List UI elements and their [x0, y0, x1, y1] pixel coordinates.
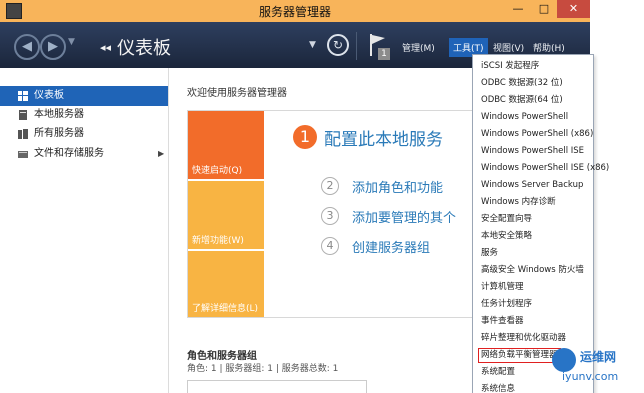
menu-item-odbc32[interactable]: ODBC 数据源(32 位) — [473, 75, 593, 92]
step-number: 2 — [321, 177, 339, 195]
step-link-configure[interactable]: 配置此本地服务 — [324, 125, 443, 150]
menu-item-label: Windows PowerShell (x86) — [481, 129, 594, 139]
menu-item-label: Windows Server Backup — [481, 180, 584, 190]
menu-item-label: iSCSI 发起程序 — [481, 61, 540, 71]
servers-icon — [18, 129, 28, 139]
sidebar-item-label: 仪表板 — [34, 90, 64, 101]
step-link-add-roles[interactable]: 添加角色和功能 — [352, 177, 443, 196]
back-button[interactable]: ◀ — [14, 34, 40, 60]
dashboard-icon — [18, 91, 28, 101]
menu-item-label: ODBC 数据源(32 位) — [481, 78, 563, 88]
arrow-left-icon: ◀ — [22, 39, 32, 54]
storage-icon — [18, 151, 28, 158]
menu-item-label: Windows PowerShell ISE — [481, 146, 585, 156]
menu-item-local-security-policy[interactable]: 本地安全策略 — [473, 228, 593, 245]
tile-label: 快速启动(Q) — [192, 166, 243, 176]
menu-item-label: 计算机管理 — [481, 282, 524, 292]
window-title: 服务器管理器 — [258, 5, 331, 19]
sidebar-item-file-storage[interactable]: 文件和存储服务 ▶ — [0, 144, 168, 164]
arrow-right-icon: ▶ — [48, 39, 58, 54]
sidebar: 仪表板 本地服务器 所有服务器 文件和存储服务 ▶ — [0, 68, 169, 393]
step-number: 3 — [321, 207, 339, 225]
menu-item-odbc64[interactable]: ODBC 数据源(64 位) — [473, 92, 593, 109]
menu-item-iscsi[interactable]: iSCSI 发起程序 — [473, 58, 593, 75]
forward-button[interactable]: ▶ — [40, 34, 66, 60]
menu-item-label: 任务计划程序 — [481, 299, 533, 309]
breadcrumb-arrows-icon: ◂◂ — [100, 41, 112, 54]
maximize-button[interactable]: □ — [531, 0, 557, 18]
menu-item-memory-diagnostic[interactable]: Windows 内存诊断 — [473, 194, 593, 211]
menu-item-label: 安全配置向导 — [481, 214, 533, 224]
menu-view[interactable]: 视图(V) — [493, 41, 524, 54]
menu-item-firewall[interactable]: 高级安全 Windows 防火墙 — [473, 262, 593, 279]
window-edge — [590, 0, 644, 393]
close-button[interactable]: ✕ — [557, 0, 590, 18]
menu-item-label: 系统配置 — [481, 367, 516, 377]
roles-summary: 角色: 1 | 服务器组: 1 | 服务器总数: 1 — [187, 364, 339, 374]
menu-manage[interactable]: 管理(M) — [402, 41, 435, 54]
sidebar-item-local-server[interactable]: 本地服务器 — [0, 105, 168, 125]
menu-item-label: 网络负载平衡管理器 — [478, 348, 561, 363]
expand-chevron-icon[interactable]: ▶ — [158, 144, 164, 164]
menu-item-task-scheduler[interactable]: 任务计划程序 — [473, 296, 593, 313]
sidebar-item-all-servers[interactable]: 所有服务器 — [0, 124, 168, 144]
watermark-url: iyunv.com — [562, 370, 619, 383]
menu-item-computer-management[interactable]: 计算机管理 — [473, 279, 593, 296]
menu-item-powershell-ise[interactable]: Windows PowerShell ISE — [473, 143, 593, 160]
site-watermark: 运维网 iyunv.com — [552, 344, 642, 390]
menu-item-security-config-wizard[interactable]: 安全配置向导 — [473, 211, 593, 228]
tools-dropdown-menu: iSCSI 发起程序 ODBC 数据源(32 位) ODBC 数据源(64 位)… — [472, 54, 609, 393]
tile-quick-start[interactable]: 快速启动(Q) — [188, 111, 264, 179]
menu-item-label: Windows PowerShell — [481, 112, 569, 122]
minimize-button[interactable]: — — [505, 0, 531, 18]
breadcrumb: ◂◂ 仪表板 — [100, 34, 171, 60]
step-link-create-group[interactable]: 创建服务器组 — [352, 237, 430, 256]
menu-help[interactable]: 帮助(H) — [533, 41, 565, 54]
welcome-title: 欢迎使用服务器管理器 — [187, 88, 287, 99]
menu-item-server-backup[interactable]: Windows Server Backup — [473, 177, 593, 194]
sidebar-item-label: 本地服务器 — [34, 109, 84, 120]
watermark-logo-icon — [552, 348, 576, 372]
notification-count-badge: 1 — [378, 48, 390, 60]
menu-item-label: ODBC 数据源(64 位) — [481, 95, 563, 105]
separator — [356, 32, 357, 60]
tile-label: 了解详细信息(L) — [192, 304, 259, 314]
menu-item-powershell-x86[interactable]: Windows PowerShell (x86) — [473, 126, 593, 143]
menu-item-label: Windows 内存诊断 — [481, 197, 556, 207]
server-manager-window: 服务器管理器 — □ ✕ ◀ ▶ ▼ ◂◂ 仪表板 ▼ ↻ 1 管理(M) 工具(… — [0, 0, 644, 393]
title-bar: 服务器管理器 — □ ✕ — [0, 0, 590, 23]
tile-label: 新增功能(W) — [192, 236, 244, 246]
step-link-add-servers[interactable]: 添加要管理的其个 — [352, 207, 456, 226]
menu-item-label: Windows PowerShell ISE (x86) — [481, 163, 610, 173]
menu-item-label: 事件查看器 — [481, 316, 524, 326]
tile-learn-more[interactable]: 了解详细信息(L) — [188, 251, 264, 317]
roles-tile[interactable] — [187, 380, 367, 393]
watermark-name: 运维网 — [580, 350, 617, 364]
breadcrumb-current: 仪表板 — [117, 38, 172, 59]
tile-whats-new[interactable]: 新增功能(W) — [188, 181, 264, 249]
menu-item-powershell-ise-x86[interactable]: Windows PowerShell ISE (x86) — [473, 160, 609, 177]
welcome-tile: 快速启动(Q) 新增功能(W) 了解详细信息(L) 1 配置此本地服务 2 添加… — [187, 110, 489, 318]
refresh-icon[interactable]: ↻ — [327, 34, 349, 56]
menu-item-label: 系统信息 — [481, 384, 516, 393]
history-dropdown-icon[interactable]: ▼ — [68, 37, 75, 47]
sidebar-item-dashboard[interactable]: 仪表板 — [0, 86, 168, 106]
roles-section-title: 角色和服务器组 — [187, 351, 257, 362]
step-number: 1 — [293, 125, 317, 149]
refresh-dropdown-icon[interactable]: ▼ — [309, 40, 316, 50]
menu-item-services[interactable]: 服务 — [473, 245, 593, 262]
menu-item-powershell[interactable]: Windows PowerShell — [473, 109, 593, 126]
sidebar-item-label: 文件和存储服务 — [34, 148, 104, 159]
menu-item-label: 服务 — [481, 248, 499, 258]
menu-item-label: 本地安全策略 — [481, 231, 533, 241]
server-icon — [19, 110, 27, 120]
menu-item-label: 高级安全 Windows 防火墙 — [481, 265, 584, 275]
step-number: 4 — [321, 237, 339, 255]
sidebar-item-label: 所有服务器 — [34, 128, 84, 139]
menu-item-event-viewer[interactable]: 事件查看器 — [473, 313, 593, 330]
